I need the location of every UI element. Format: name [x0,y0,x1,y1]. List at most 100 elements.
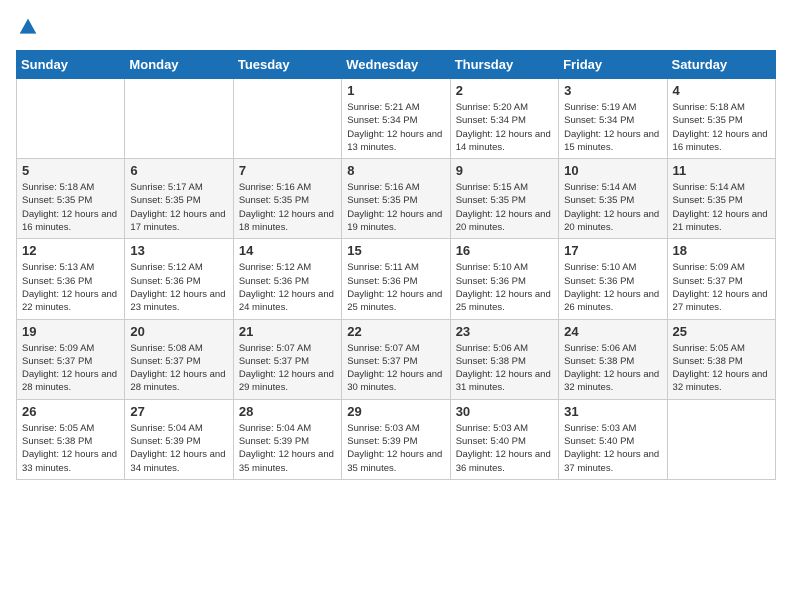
day-info: Sunrise: 5:10 AM Sunset: 5:36 PM Dayligh… [564,261,661,314]
calendar-cell: 29 Sunrise: 5:03 AM Sunset: 5:39 PM Dayli… [342,399,450,479]
day-number: 12 [22,243,119,258]
calendar-table: SundayMondayTuesdayWednesdayThursdayFrid… [16,50,776,480]
day-info: Sunrise: 5:16 AM Sunset: 5:35 PM Dayligh… [347,181,444,234]
day-number: 20 [130,324,227,339]
calendar-cell: 10Sunrise: 5:14 AM Sunset: 5:35 PM Dayli… [559,159,667,239]
day-info: Sunrise: 5:07 AM Sunset: 5:37 PM Dayligh… [239,342,336,395]
day-number: 11 [673,163,770,178]
weekday-header-thursday: Thursday [450,51,558,79]
day-number: 10 [564,163,661,178]
calendar-cell: 11Sunrise: 5:14 AM Sunset: 5:35 PM Dayli… [667,159,775,239]
day-info: Sunrise: 5:06 AM Sunset: 5:38 PM Dayligh… [456,342,553,395]
page-header [16,16,776,38]
day-number: 15 [347,243,444,258]
day-number: 7 [239,163,336,178]
calendar-cell [667,399,775,479]
calendar-cell: 31 Sunrise: 5:03 AM Sunset: 5:40 PM Dayli… [559,399,667,479]
day-number: 29 [347,404,444,419]
calendar-cell: 4 Sunrise: 5:18 AM Sunset: 5:35 PM Daylig… [667,79,775,159]
day-number: 6 [130,163,227,178]
calendar-cell: 23 Sunrise: 5:06 AM Sunset: 5:38 PM Dayli… [450,319,558,399]
calendar-cell [233,79,341,159]
day-number: 26 [22,404,119,419]
day-info: Sunrise: 5:05 AM Sunset: 5:38 PM Dayligh… [22,422,119,475]
day-number: 2 [456,83,553,98]
weekday-header-tuesday: Tuesday [233,51,341,79]
day-info: Sunrise: 5:04 AM Sunset: 5:39 PM Dayligh… [130,422,227,475]
calendar-cell: 5 Sunrise: 5:18 AM Sunset: 5:35 PM Daylig… [17,159,125,239]
calendar-cell: 3 Sunrise: 5:19 AM Sunset: 5:34 PM Daylig… [559,79,667,159]
day-info: Sunrise: 5:10 AM Sunset: 5:36 PM Dayligh… [456,261,553,314]
calendar-cell: 28Sunrise: 5:04 AM Sunset: 5:39 PM Dayli… [233,399,341,479]
day-info: Sunrise: 5:18 AM Sunset: 5:35 PM Dayligh… [673,101,770,154]
calendar-week-2: 5 Sunrise: 5:18 AM Sunset: 5:35 PM Daylig… [17,159,776,239]
calendar-cell: 2 Sunrise: 5:20 AM Sunset: 5:34 PM Daylig… [450,79,558,159]
calendar-cell: 16 Sunrise: 5:10 AM Sunset: 5:36 PM Dayli… [450,239,558,319]
day-info: Sunrise: 5:15 AM Sunset: 5:35 PM Dayligh… [456,181,553,234]
day-number: 31 [564,404,661,419]
day-info: Sunrise: 5:12 AM Sunset: 5:36 PM Dayligh… [239,261,336,314]
calendar-cell: 1Sunrise: 5:21 AM Sunset: 5:34 PM Daylig… [342,79,450,159]
calendar-cell: 7 Sunrise: 5:16 AM Sunset: 5:35 PM Daylig… [233,159,341,239]
day-info: Sunrise: 5:06 AM Sunset: 5:38 PM Dayligh… [564,342,661,395]
calendar-cell: 17Sunrise: 5:10 AM Sunset: 5:36 PM Dayli… [559,239,667,319]
calendar-cell: 12Sunrise: 5:13 AM Sunset: 5:36 PM Dayli… [17,239,125,319]
calendar-cell: 20 Sunrise: 5:08 AM Sunset: 5:37 PM Dayli… [125,319,233,399]
day-number: 22 [347,324,444,339]
weekday-header-wednesday: Wednesday [342,51,450,79]
calendar-cell: 13 Sunrise: 5:12 AM Sunset: 5:36 PM Dayli… [125,239,233,319]
calendar-cell: 18 Sunrise: 5:09 AM Sunset: 5:37 PM Dayli… [667,239,775,319]
day-info: Sunrise: 5:16 AM Sunset: 5:35 PM Dayligh… [239,181,336,234]
calendar-cell: 24 Sunrise: 5:06 AM Sunset: 5:38 PM Dayli… [559,319,667,399]
day-info: Sunrise: 5:07 AM Sunset: 5:37 PM Dayligh… [347,342,444,395]
day-number: 25 [673,324,770,339]
weekday-header-sunday: Sunday [17,51,125,79]
calendar-cell: 22 Sunrise: 5:07 AM Sunset: 5:37 PM Dayli… [342,319,450,399]
calendar-cell: 25 Sunrise: 5:05 AM Sunset: 5:38 PM Dayli… [667,319,775,399]
calendar-week-4: 19Sunrise: 5:09 AM Sunset: 5:37 PM Dayli… [17,319,776,399]
day-number: 24 [564,324,661,339]
day-number: 4 [673,83,770,98]
calendar-cell: 19Sunrise: 5:09 AM Sunset: 5:37 PM Dayli… [17,319,125,399]
day-number: 9 [456,163,553,178]
day-info: Sunrise: 5:09 AM Sunset: 5:37 PM Dayligh… [22,342,119,395]
calendar-cell [125,79,233,159]
day-number: 30 [456,404,553,419]
day-number: 5 [22,163,119,178]
calendar-cell: 21 Sunrise: 5:07 AM Sunset: 5:37 PM Dayli… [233,319,341,399]
day-number: 3 [564,83,661,98]
calendar-cell: 15 Sunrise: 5:11 AM Sunset: 5:36 PM Dayli… [342,239,450,319]
calendar-cell: 14Sunrise: 5:12 AM Sunset: 5:36 PM Dayli… [233,239,341,319]
weekday-header-friday: Friday [559,51,667,79]
day-info: Sunrise: 5:04 AM Sunset: 5:39 PM Dayligh… [239,422,336,475]
day-info: Sunrise: 5:12 AM Sunset: 5:36 PM Dayligh… [130,261,227,314]
calendar-cell: 30 Sunrise: 5:03 AM Sunset: 5:40 PM Dayli… [450,399,558,479]
day-info: Sunrise: 5:05 AM Sunset: 5:38 PM Dayligh… [673,342,770,395]
day-info: Sunrise: 5:09 AM Sunset: 5:37 PM Dayligh… [673,261,770,314]
day-info: Sunrise: 5:03 AM Sunset: 5:39 PM Dayligh… [347,422,444,475]
day-number: 18 [673,243,770,258]
day-number: 13 [130,243,227,258]
day-info: Sunrise: 5:08 AM Sunset: 5:37 PM Dayligh… [130,342,227,395]
calendar-week-3: 12Sunrise: 5:13 AM Sunset: 5:36 PM Dayli… [17,239,776,319]
calendar-week-5: 26 Sunrise: 5:05 AM Sunset: 5:38 PM Dayli… [17,399,776,479]
day-number: 21 [239,324,336,339]
day-info: Sunrise: 5:20 AM Sunset: 5:34 PM Dayligh… [456,101,553,154]
day-info: Sunrise: 5:11 AM Sunset: 5:36 PM Dayligh… [347,261,444,314]
calendar-cell [17,79,125,159]
day-number: 23 [456,324,553,339]
day-info: Sunrise: 5:03 AM Sunset: 5:40 PM Dayligh… [456,422,553,475]
calendar-cell: 8Sunrise: 5:16 AM Sunset: 5:35 PM Daylig… [342,159,450,239]
weekday-header-monday: Monday [125,51,233,79]
calendar-week-1: 1Sunrise: 5:21 AM Sunset: 5:34 PM Daylig… [17,79,776,159]
calendar-cell: 27 Sunrise: 5:04 AM Sunset: 5:39 PM Dayli… [125,399,233,479]
day-info: Sunrise: 5:18 AM Sunset: 5:35 PM Dayligh… [22,181,119,234]
day-number: 16 [456,243,553,258]
day-info: Sunrise: 5:17 AM Sunset: 5:35 PM Dayligh… [130,181,227,234]
day-info: Sunrise: 5:03 AM Sunset: 5:40 PM Dayligh… [564,422,661,475]
calendar-cell: 9 Sunrise: 5:15 AM Sunset: 5:35 PM Daylig… [450,159,558,239]
logo [16,16,40,38]
weekday-header-row: SundayMondayTuesdayWednesdayThursdayFrid… [17,51,776,79]
day-info: Sunrise: 5:19 AM Sunset: 5:34 PM Dayligh… [564,101,661,154]
day-number: 27 [130,404,227,419]
